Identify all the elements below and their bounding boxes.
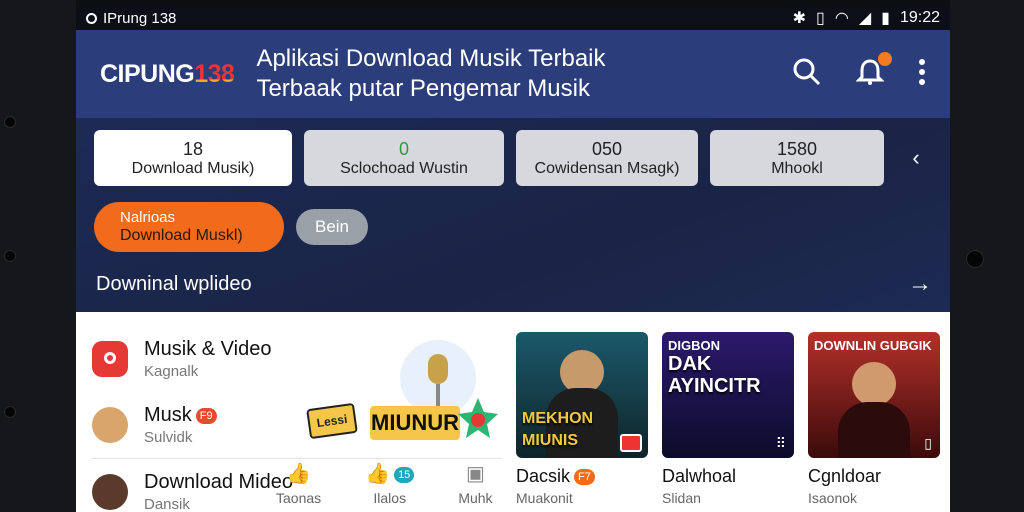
camera-lens bbox=[966, 250, 984, 268]
card-art-caption: DOWNLIN GUBGIK bbox=[814, 338, 932, 353]
stat-label: Download Musik) bbox=[131, 159, 255, 177]
carrier-label: IPrung 138 bbox=[103, 9, 177, 27]
music-card[interactable]: MEKHON MIUNIS Dacsik F7 Muakonit bbox=[516, 332, 648, 506]
stat-card-completed[interactable]: 050 Cowidensan Msagk) bbox=[516, 130, 698, 186]
star-burst-icon bbox=[458, 398, 498, 438]
wifi-icon: ◠ bbox=[834, 10, 849, 27]
content-panel: Musik & Video Kagnalk Musk F9 Sulvidk Dow… bbox=[76, 312, 950, 512]
card-art-title: DAK AYINCITR bbox=[668, 353, 761, 397]
download-video-row[interactable]: Downinal wplideo → bbox=[76, 270, 950, 298]
download-music-button[interactable]: Nalrioas Download Muskl) bbox=[94, 202, 284, 252]
avatar bbox=[92, 407, 128, 443]
vibrate-icon: ▯ bbox=[816, 10, 825, 27]
status-indicator-icon bbox=[86, 12, 97, 24]
stat-label: Cowidensan Msagk) bbox=[534, 159, 680, 177]
status-bar: IPrung 138 ✱ ▯ ◠ ◢ ▮ 19:22 bbox=[76, 6, 950, 30]
music-app-icon bbox=[92, 341, 128, 377]
list-item-title: Musk bbox=[144, 404, 192, 426]
app-header: CIPUNG138 Aplikasi Download Musik Terbai… bbox=[76, 30, 950, 118]
notification-badge bbox=[878, 51, 892, 66]
signal-icon: ◢ bbox=[858, 10, 872, 27]
count-badge: 15 bbox=[394, 466, 415, 483]
music-cards: MEKHON MIUNIS Dacsik F7 Muakonit DIGBON D… bbox=[516, 332, 940, 506]
app-logo[interactable]: CIPUNG138 bbox=[100, 59, 235, 89]
tagline-line-1: Aplikasi Download Musik Terbaik bbox=[256, 45, 606, 72]
promo-artwork: Lessi MIUNUR bbox=[306, 336, 502, 446]
queue-icon[interactable]: ▯ bbox=[924, 435, 932, 452]
tab-taonas[interactable]: 👍 Taonas bbox=[276, 461, 321, 506]
header-tagline: Aplikasi Download Musik Terbaik Terbaak … bbox=[256, 44, 605, 104]
list-item-subtitle: Dansik bbox=[144, 496, 190, 512]
thumbs-up-icon: 👍 bbox=[286, 463, 312, 485]
tab-label: Ilalos bbox=[373, 490, 407, 506]
search-icon[interactable] bbox=[792, 57, 822, 92]
bezel-sensor bbox=[4, 116, 16, 128]
stat-value: 18 bbox=[182, 138, 204, 159]
logo-number: 138 bbox=[194, 59, 235, 88]
stats-row: 18 Download Musik) 0 Sclochoad Wustin 05… bbox=[76, 130, 950, 186]
card-subtitle: Slidan bbox=[662, 490, 701, 506]
microphone-icon bbox=[428, 354, 448, 410]
tagline-line-2: Terbaak putar Pengemar Musik bbox=[256, 75, 590, 102]
card-art-caption: DIGBON bbox=[668, 338, 720, 353]
list-item-title: Download Mideo bbox=[144, 471, 293, 493]
card-title: Cgnldoar bbox=[808, 466, 882, 486]
card-artwork: MEKHON MIUNIS bbox=[516, 332, 648, 458]
dashboard-section: 18 Download Musik) 0 Sclochoad Wustin 05… bbox=[76, 118, 950, 314]
music-card[interactable]: DOWNLIN GUBGIK ▯ Cgnldoar Isaonok bbox=[808, 332, 940, 506]
bottom-tabs: 👍 Taonas 👍 15 Ilalos ▣ Muhk bbox=[276, 461, 493, 506]
download-row-label: Downinal wplideo bbox=[96, 272, 252, 295]
button-caption: Nalrioas bbox=[120, 209, 176, 226]
promo-logo-small: Lessi bbox=[306, 402, 358, 440]
chevron-left-icon[interactable]: ‹ bbox=[896, 130, 936, 186]
tab-ilalos[interactable]: 👍 15 Ilalos bbox=[365, 461, 415, 506]
list-item-subtitle: Kagnalk bbox=[144, 363, 199, 380]
box-icon: ▣ bbox=[465, 463, 485, 485]
bezel-sensor bbox=[4, 406, 16, 418]
arrow-right-icon[interactable]: → bbox=[908, 270, 932, 298]
button-label: Download Muskl) bbox=[120, 227, 243, 244]
card-artwork: DOWNLIN GUBGIK ▯ bbox=[808, 332, 940, 458]
logo-text: CIPUNG bbox=[100, 59, 195, 88]
stat-card-downloads[interactable]: 18 Download Musik) bbox=[94, 130, 292, 186]
stat-label: Sclochoad Wustin bbox=[340, 159, 468, 177]
list-item-subtitle: Sulvidk bbox=[144, 429, 193, 446]
card-title: Dalwhoal bbox=[662, 466, 737, 486]
stat-value: 050 bbox=[591, 138, 623, 159]
stat-card-scheduled[interactable]: 0 Sclochoad Wustin bbox=[304, 130, 504, 186]
tab-label: Muhk bbox=[458, 490, 493, 506]
bezel-sensor bbox=[4, 250, 16, 262]
play-icon[interactable] bbox=[620, 434, 642, 452]
card-subtitle: Muakonit bbox=[516, 490, 573, 506]
promo-logo-large: MIUNUR bbox=[370, 406, 460, 440]
phone-screen: IPrung 138 ✱ ▯ ◠ ◢ ▮ 19:22 CIPUNG138 Apl… bbox=[76, 6, 950, 512]
bluetooth-icon: ✱ bbox=[792, 10, 807, 27]
tab-muhk[interactable]: ▣ Muhk bbox=[458, 461, 492, 506]
avatar bbox=[92, 474, 128, 510]
music-card[interactable]: DIGBON DAK AYINCITR ⠿ Dalwhoal Slidan bbox=[662, 332, 794, 506]
clock: 19:22 bbox=[899, 9, 940, 26]
stat-value: 0 bbox=[398, 138, 409, 159]
tab-label: Taonas bbox=[276, 490, 322, 506]
card-subtitle: Isaonok bbox=[808, 490, 858, 506]
device-bezel-left bbox=[0, 0, 76, 512]
hot-badge: F7 bbox=[574, 469, 595, 486]
drag-handle-icon[interactable]: ⠿ bbox=[776, 435, 786, 452]
stat-label: Mhookl bbox=[771, 159, 823, 177]
battery-icon: ▮ bbox=[881, 10, 890, 27]
like-icon: 👍 15 bbox=[365, 461, 415, 486]
list-item-title: Musik & Video bbox=[144, 338, 272, 360]
secondary-button[interactable]: Bein bbox=[296, 209, 368, 245]
notification-bell-icon[interactable] bbox=[855, 51, 892, 91]
hot-badge: F9 bbox=[195, 407, 217, 424]
artist-figure bbox=[852, 362, 896, 406]
card-title: Dacsik bbox=[516, 466, 571, 486]
card-artwork: DIGBON DAK AYINCITR ⠿ bbox=[662, 332, 794, 458]
stat-card-total[interactable]: 1580 Mhookl bbox=[710, 130, 884, 186]
device-bezel-right bbox=[950, 0, 1024, 512]
more-options-icon[interactable] bbox=[918, 58, 926, 91]
artist-figure-body bbox=[838, 402, 910, 458]
stat-value: 1580 bbox=[776, 138, 818, 159]
